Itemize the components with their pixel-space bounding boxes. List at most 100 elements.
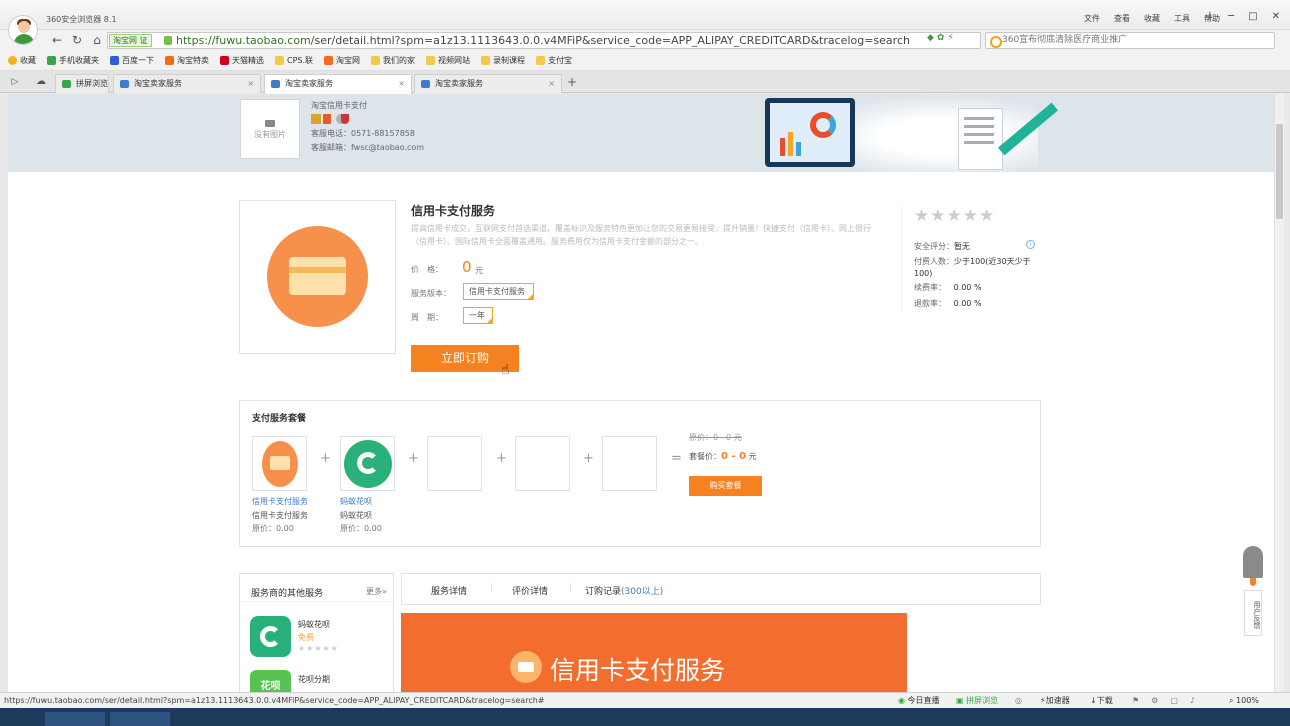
search-input[interactable]: 360宣布彻底清除医疗商业推广 bbox=[985, 32, 1275, 49]
bookmark-taobao[interactable]: 淘宝网 bbox=[324, 55, 360, 66]
bookmark-taobao-sale[interactable]: 淘宝特卖 bbox=[165, 55, 209, 66]
status-accelerator[interactable]: ⚡加速器 bbox=[1040, 693, 1070, 708]
status-bar: https://fuwu.taobao.com/ser/detail.html?… bbox=[0, 692, 1290, 708]
taskbar-item[interactable] bbox=[45, 712, 105, 726]
bookmark-cps[interactable]: CPS.联 bbox=[275, 55, 313, 66]
feedback-widget[interactable]: 用户反馈 bbox=[1241, 546, 1265, 638]
package-item-link[interactable]: 信用卡支付服务 bbox=[252, 496, 308, 507]
tab-close-icon[interactable]: × bbox=[398, 75, 405, 93]
close-button[interactable]: ✕ bbox=[1272, 11, 1280, 22]
rating-panel: ★★★★★ 安全评分：暂无 i 付费人数：少于100(近30天少于100) 续费… bbox=[901, 206, 1039, 312]
service-stars: ★★★★★ bbox=[298, 644, 339, 653]
zoom-level[interactable]: ⌕ 100% bbox=[1229, 693, 1259, 708]
new-tab-button[interactable]: + bbox=[565, 75, 579, 89]
service-name[interactable]: 蚂蚁花呗 bbox=[298, 619, 330, 630]
browser-title-bar: 360安全浏览器 8.1 文件 查看 收藏 工具 帮助 ↓ ─ □ ✕ bbox=[0, 0, 1290, 30]
site-verified-badge[interactable]: 淘宝网 证 bbox=[109, 34, 152, 47]
buy-package-button[interactable]: 购买套餐 bbox=[689, 476, 762, 496]
status-download[interactable]: ↓下载 bbox=[1090, 693, 1113, 708]
address-tools-icon[interactable]: ◆✿⚡ bbox=[927, 33, 957, 43]
menu-file[interactable]: 文件 bbox=[1084, 13, 1100, 24]
period-label: 周 期： bbox=[411, 313, 443, 322]
huabei-installment-icon[interactable]: 花呗 bbox=[250, 670, 291, 692]
bookmark-home[interactable]: 我们的家 bbox=[371, 55, 415, 66]
feedback-label[interactable]: 用户反馈 bbox=[1244, 590, 1262, 636]
sidebar-toggle-icon[interactable]: ▷ bbox=[8, 75, 22, 89]
plus-sign: + bbox=[583, 451, 594, 466]
tab-split-view[interactable]: 拼屏浏览 bbox=[55, 74, 109, 93]
credit-card-icon bbox=[262, 441, 298, 487]
package-empty-slot bbox=[602, 436, 657, 491]
badge-icon bbox=[311, 114, 321, 124]
back-arrow-icon[interactable]: ← bbox=[50, 33, 64, 47]
provider-banner: 没有图片 淘宝信用卡支付 客服电话：0571-88157858 客服邮箱：fws… bbox=[8, 94, 1274, 172]
menu-view[interactable]: 查看 bbox=[1114, 13, 1130, 24]
buyers-count: 付费人数：少于100(近30天少于100) bbox=[914, 257, 1031, 278]
url-input[interactable]: 淘宝网 证 https://fuwu.taobao.com/ser/detail… bbox=[107, 32, 981, 49]
skin-icon[interactable]: ↓ bbox=[1206, 11, 1214, 22]
cloud-icon[interactable]: ☁ bbox=[34, 75, 48, 89]
huabei-icon[interactable] bbox=[250, 616, 291, 657]
bookmark-video[interactable]: 视频网站 bbox=[426, 55, 470, 66]
package-item-link[interactable]: 蚂蚁花呗 bbox=[340, 496, 372, 507]
credit-card-icon bbox=[510, 651, 542, 683]
maximize-button[interactable]: □ bbox=[1248, 11, 1257, 22]
status-tools-icon[interactable]: ⚑⚙▢♪ bbox=[1132, 693, 1207, 708]
vertical-scrollbar[interactable] bbox=[1274, 94, 1284, 692]
package-price: 套餐价：0 - 0 元 bbox=[689, 451, 757, 462]
tab-taobao-2[interactable]: 淘宝卖家服务 × bbox=[264, 74, 412, 94]
tab-close-icon[interactable]: × bbox=[247, 75, 254, 93]
bookmark-baidu[interactable]: 百度一下 bbox=[110, 55, 154, 66]
other-services-panel: 服务商的其他服务 更多» 蚂蚁花呗 免费 ★★★★★ 花呗 花呗分期 bbox=[239, 573, 394, 692]
user-avatar[interactable] bbox=[8, 15, 38, 45]
rating-stars: ★★★★★ bbox=[914, 206, 996, 226]
taskbar-item[interactable] bbox=[110, 712, 170, 726]
camera-icon bbox=[265, 120, 275, 127]
price-label: 价 格： bbox=[411, 265, 443, 274]
version-select[interactable]: 信用卡支付服务 bbox=[463, 283, 534, 300]
bookmark-course[interactable]: 录制课程 bbox=[481, 55, 525, 66]
service-name[interactable]: 花呗分期 bbox=[298, 674, 330, 685]
folder-icon bbox=[536, 56, 546, 65]
tab-taobao-1[interactable]: 淘宝卖家服务 × bbox=[113, 74, 261, 93]
info-icon[interactable]: i bbox=[1026, 240, 1035, 249]
scrollbar-thumb[interactable] bbox=[1276, 124, 1283, 219]
bookmark-alipay[interactable]: 支付宝 bbox=[536, 55, 572, 66]
menu-favorites[interactable]: 收藏 bbox=[1144, 13, 1160, 24]
status-live[interactable]: ◉ 今日直播 bbox=[898, 693, 940, 708]
status-split[interactable]: ▣ 拼屏浏览 bbox=[956, 693, 998, 708]
phone-icon bbox=[47, 56, 56, 65]
provider-email: 客服邮箱：fwsc@taobao.com bbox=[311, 143, 425, 152]
product-description: 提高信用卡成交，互联网支付首选渠道。覆盖标识及服务特色更加让您的交易更易接受，提… bbox=[411, 224, 871, 246]
tab-order-records[interactable]: 订购记录(300以上) bbox=[585, 584, 663, 597]
equals-sign: = bbox=[671, 451, 682, 466]
package-item-price: 原价：0.00 bbox=[252, 524, 294, 533]
package-item-image[interactable] bbox=[340, 436, 395, 491]
home-icon[interactable]: ⌂ bbox=[90, 33, 104, 47]
tab-taobao-3[interactable]: 淘宝卖家服务 × bbox=[414, 74, 562, 93]
browser-menu: 文件 查看 收藏 工具 帮助 bbox=[1084, 13, 1220, 24]
tab-service-detail[interactable]: 服务详情 bbox=[431, 584, 467, 597]
refresh-icon[interactable]: ↻ bbox=[70, 33, 84, 47]
price-value: 0 bbox=[462, 258, 472, 276]
tab-close-icon[interactable]: × bbox=[548, 75, 555, 93]
minimize-button[interactable]: ─ bbox=[1228, 11, 1234, 22]
package-item-image[interactable] bbox=[252, 436, 307, 491]
refund-rate: 退款率： 0.00 % bbox=[914, 299, 982, 308]
more-link[interactable]: 更多» bbox=[366, 586, 387, 597]
bookmark-favorites[interactable]: 收藏 bbox=[8, 55, 36, 66]
document-illustration bbox=[958, 108, 1003, 170]
tablet-chart-illustration bbox=[765, 98, 855, 167]
version-label: 服务版本： bbox=[411, 289, 451, 298]
tab-review-detail[interactable]: 评价详情 bbox=[512, 584, 548, 597]
rocket-icon[interactable] bbox=[1243, 546, 1263, 578]
menu-tools[interactable]: 工具 bbox=[1174, 13, 1190, 24]
package-empty-slot bbox=[515, 436, 570, 491]
period-select[interactable]: 一年 bbox=[463, 307, 493, 324]
baidu-icon bbox=[110, 56, 119, 65]
bookmark-mobile[interactable]: 手机收藏夹 bbox=[47, 55, 99, 66]
globe-icon[interactable]: ◎ bbox=[1015, 693, 1022, 708]
product-image-frame bbox=[239, 200, 396, 354]
bookmark-tmall[interactable]: 天猫精选 bbox=[220, 55, 264, 66]
plus-sign: + bbox=[320, 451, 331, 466]
